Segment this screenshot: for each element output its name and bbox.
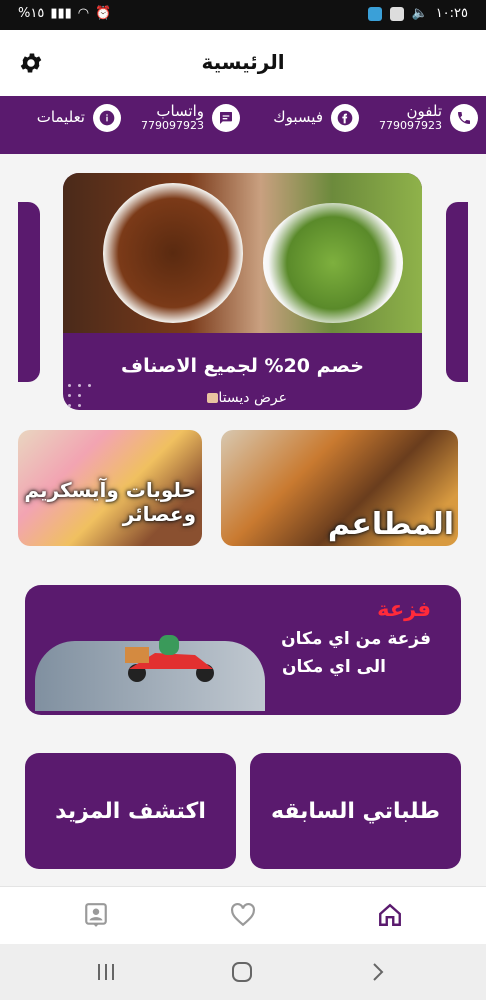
profile-icon[interactable]	[83, 902, 109, 928]
contact-bar: تلفون 779097923 فيسبوك واتساب 779097923 …	[0, 96, 486, 154]
image-notification-icon	[389, 6, 404, 21]
category-sweets[interactable]: حلويات وآيسكريم وعصائر	[18, 430, 202, 546]
scooter-icon	[125, 635, 214, 682]
shop-icon	[207, 393, 219, 403]
contact-help-label: تعليمات	[36, 108, 85, 127]
clock-time: ١٠:٢٥	[435, 6, 468, 21]
phone-icon	[450, 104, 478, 132]
offer-subtitle: عرض ديستا	[203, 390, 287, 406]
contact-facebook-text: فيسبوك	[273, 108, 323, 127]
home-icon[interactable]	[377, 902, 403, 928]
heart-icon[interactable]	[230, 902, 256, 928]
previous-orders-button[interactable]: طلباتي السابقه	[250, 753, 461, 869]
app-notification-icon	[367, 6, 382, 21]
banner-line-1: فزعة من اي مكان	[281, 629, 431, 649]
battery-text: %١٥	[18, 6, 45, 21]
app-header: الرئيسية	[0, 30, 486, 96]
contact-whatsapp-number: 779097923	[141, 119, 204, 133]
contact-phone-text: تلفون 779097923	[379, 102, 443, 133]
offer-subtitle-text: عرض ديستا	[218, 390, 287, 406]
delivery-banner[interactable]: فزعة فزعة من اي مكان الى اي مكان	[25, 585, 461, 715]
contact-phone[interactable]: تلفون 779097923	[379, 104, 478, 132]
contact-facebook-label: فيسبوك	[273, 108, 323, 127]
category-restaurants-label: المطاعم	[327, 507, 454, 542]
bottom-navigation	[0, 886, 486, 945]
contact-help[interactable]: تعليمات	[37, 104, 121, 132]
offer-food-image	[63, 173, 422, 333]
offer-slide[interactable]: خصم 20% لجميع الاصناف عرض ديستا	[63, 173, 422, 410]
slider-prev-card[interactable]	[18, 202, 40, 382]
contact-phone-number: 779097923	[379, 119, 442, 133]
contact-whatsapp[interactable]: واتساب 779097923	[141, 104, 240, 132]
contact-facebook[interactable]: فيسبوك	[273, 104, 359, 132]
contact-whatsapp-text: واتساب 779097923	[141, 102, 204, 133]
slider-dots	[66, 382, 92, 408]
meat-plate-image	[103, 183, 243, 323]
back-icon[interactable]	[370, 962, 386, 982]
status-left-group: %١٥ ▮▮▮ ◠ ⏰	[18, 6, 111, 21]
chat-icon	[212, 104, 240, 132]
status-right-group: 🔈 ١٠:٢٥	[367, 6, 468, 21]
salad-plate-image	[263, 203, 403, 323]
system-navigation-bar	[0, 944, 486, 1000]
discover-more-button[interactable]: اكتشف المزيد	[25, 753, 236, 869]
alarm-icon: ⏰	[95, 6, 112, 21]
wifi-icon: ◠	[77, 6, 90, 21]
system-home-icon[interactable]	[231, 961, 253, 983]
banner-title: فزعة	[377, 597, 431, 621]
page-title: الرئيسية	[201, 50, 285, 74]
slider-next-card[interactable]	[446, 202, 468, 382]
info-icon	[93, 104, 121, 132]
contact-help-text: تعليمات	[36, 108, 85, 127]
contact-phone-label: تلفون	[406, 102, 443, 121]
facebook-icon	[331, 104, 359, 132]
offer-title: خصم 20% لجميع الاصناف	[121, 355, 364, 377]
contact-whatsapp-label: واتساب	[156, 102, 204, 121]
category-sweets-label: حلويات وآيسكريم وعصائر	[24, 478, 196, 526]
status-bar: %١٥ ▮▮▮ ◠ ⏰ 🔈 ١٠:٢٥	[0, 0, 486, 30]
banner-line-2: الى اي مكان	[282, 657, 386, 677]
signal-icon: ▮▮▮	[50, 6, 72, 21]
category-restaurants[interactable]: المطاعم	[221, 430, 458, 546]
recent-apps-icon[interactable]	[96, 962, 116, 982]
sound-icon: 🔈	[411, 6, 428, 21]
